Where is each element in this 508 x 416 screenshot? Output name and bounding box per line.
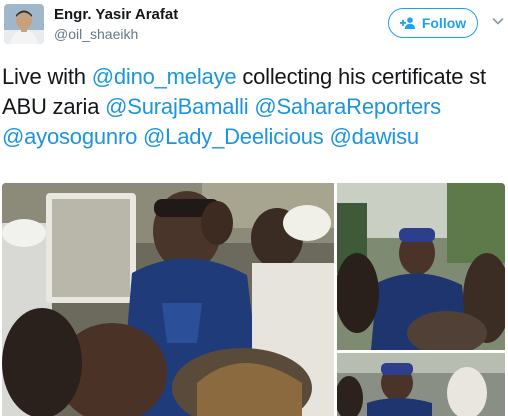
chevron-down-icon[interactable] [492,14,504,28]
crowd-photo-image [337,183,505,350]
mention-link[interactable]: @dino_melaye [92,64,237,89]
tweet-photo[interactable] [337,353,505,416]
mention-link[interactable]: @SurajBamalli [105,94,248,119]
mention-link[interactable]: @ayosogunro [2,124,137,149]
tweet-text-part: Live with [2,64,92,89]
tweet-photo[interactable] [337,183,505,350]
follow-button[interactable]: Follow [388,8,478,38]
follow-button-label: Follow [421,15,467,31]
mention-link[interactable]: @Lady_Deelicious [143,124,324,149]
media-grid [2,183,505,416]
crowd-photo-image [2,183,334,416]
crowd-photo-image [337,353,505,416]
tweet-photo[interactable] [2,183,334,416]
mention-link[interactable]: @dawisu [330,124,420,149]
display-name[interactable]: Engr. Yasir Arafat [54,6,178,23]
avatar[interactable] [4,4,44,44]
user-handle[interactable]: @oil_shaeikh [54,26,138,42]
add-user-icon [399,17,416,29]
tweet-header: Engr. Yasir Arafat @oil_shaeikh Follow [0,0,508,52]
avatar-image [4,4,44,44]
mention-link[interactable]: @SaharaReporters [254,94,441,119]
tweet-text: Live with @dino_melaye collecting his ce… [2,62,502,152]
